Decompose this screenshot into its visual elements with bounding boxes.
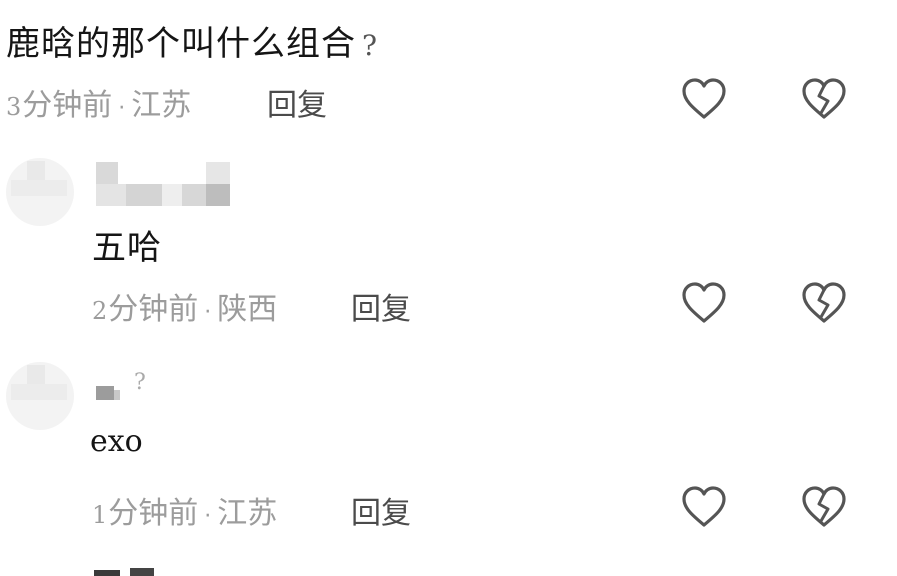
time-number: 2 [92,297,108,325]
comment-1: 鹿晗的那个叫什么组合? 3 分钟前 · 江苏 回复 [0,0,897,140]
time-number: 1 [92,501,108,529]
comment-text-suffix: ? [362,29,379,62]
comment-meta: 2 分钟前 · 陕西 [92,284,277,328]
comment-meta: 3 分钟前 · 江苏 [6,80,191,124]
username-suffix: ? [134,370,146,395]
reply-button[interactable]: 回复 [351,284,411,328]
comment-text: 鹿晗的那个叫什么组合? [6,24,379,64]
time-label: 分钟前 [108,496,199,531]
comment-text: exo [90,424,143,459]
avatar[interactable] [6,158,74,226]
heart-outline-icon[interactable] [680,75,728,123]
comment-text: 五哈 [92,228,162,268]
time-label: 分钟前 [22,88,113,123]
avatar[interactable] [6,362,74,430]
heart-outline-icon[interactable] [680,279,728,327]
reply-button[interactable]: 回复 [351,488,411,532]
broken-heart-icon[interactable] [800,75,848,123]
time-label: 分钟前 [108,292,199,327]
reply-button[interactable]: 回复 [267,80,327,124]
separator: · [118,96,126,121]
heart-outline-icon[interactable] [680,483,728,531]
separator: · [204,300,212,325]
broken-heart-icon[interactable] [800,279,848,327]
broken-heart-icon[interactable] [800,483,848,531]
separator: · [204,504,212,529]
location-label: 江苏 [131,88,192,123]
location-label: 江苏 [217,496,278,531]
username-blurred[interactable]: ? [94,370,154,404]
time-number: 3 [6,93,22,121]
next-comment-partial [94,566,164,576]
location-label: 陕西 [217,292,278,327]
username-blurred[interactable] [94,162,232,206]
comment-meta: 1 分钟前 · 江苏 [92,488,277,532]
